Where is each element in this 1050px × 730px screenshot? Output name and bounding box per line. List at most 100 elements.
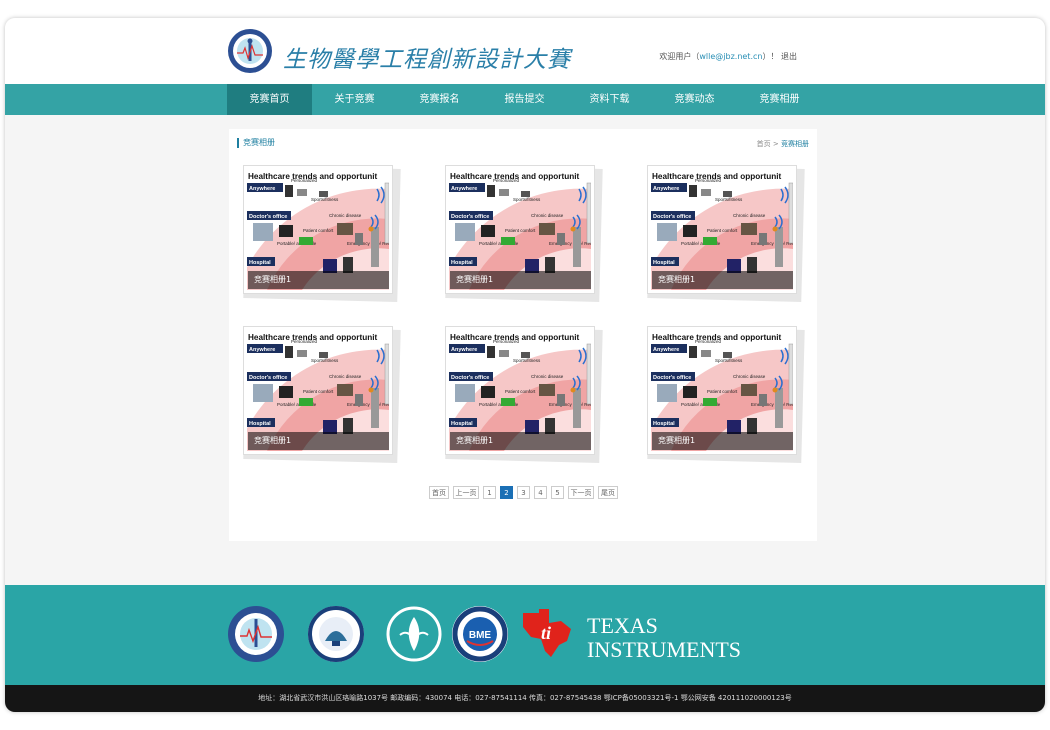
- main-nav: 竞赛首页 关于竞赛 竞赛报名 报告提交 资料下载 竞赛动态 竞赛相册: [5, 84, 1045, 115]
- label-sports: Sports/fitness: [715, 358, 743, 363]
- label-doctors-office: Doctor's office: [249, 214, 287, 220]
- gallery-caption: 竞赛相册1: [652, 271, 793, 289]
- page-next[interactable]: 下一页: [568, 486, 594, 499]
- label-anywhere: Anywhere: [249, 347, 275, 353]
- label-anywhere: Anywhere: [653, 186, 679, 192]
- nav-item-report[interactable]: 报告提交: [482, 84, 567, 115]
- label-hospital: Hospital: [249, 260, 271, 266]
- breadcrumb-separator: >: [772, 140, 779, 148]
- gallery-card[interactable]: Healthcare trends and opportunit Anywher…: [243, 326, 401, 463]
- ti-line1: TEXAS: [587, 613, 658, 638]
- gallery-caption: 竞赛相册1: [248, 432, 389, 450]
- user-email[interactable]: wlle@jbz.net.cn: [699, 52, 762, 61]
- label-emergency: Emergency care/ Remote: [751, 241, 793, 246]
- label-personalized: Personalized: [291, 339, 318, 344]
- nav-item-home[interactable]: 竞赛首页: [227, 84, 312, 115]
- site-title[interactable]: 生物醫學工程創新設計大賽: [283, 40, 571, 74]
- footer-logos: BME ti TEXAS INSTRUMENTS: [5, 585, 1045, 685]
- gallery-caption: 竞赛相册1: [248, 271, 389, 289]
- label-comfort: Patient comfort: [303, 228, 334, 233]
- header: 生物醫學工程創新設計大賽 欢迎用户（wlle@jbz.net.cn）！ 退出: [5, 18, 1045, 84]
- gallery-photo[interactable]: Healthcare trends and opportunit Anywher…: [647, 165, 797, 294]
- label-personalized: Personalized: [493, 339, 520, 344]
- page-number[interactable]: 4: [534, 486, 547, 499]
- label-hospital: Hospital: [451, 260, 473, 266]
- gallery-photo[interactable]: Healthcare trends and opportunit Anywher…: [243, 326, 393, 455]
- gallery-photo[interactable]: Healthcare trends and opportunit Anywher…: [243, 165, 393, 294]
- label-comfort: Patient comfort: [303, 389, 334, 394]
- page-first[interactable]: 首页: [429, 486, 449, 499]
- welcome-suffix: ）！: [762, 52, 779, 61]
- label-emergency: Emergency care/ Remote: [347, 402, 389, 407]
- label-hospital: Hospital: [451, 421, 473, 427]
- welcome-prefix: 欢迎用户（: [659, 52, 700, 61]
- label-emergency: Emergency care/ Remote: [549, 402, 591, 407]
- label-hospital: Hospital: [249, 421, 271, 427]
- gallery-card[interactable]: Healthcare trends and opportunit Anywher…: [647, 165, 805, 302]
- nav-item-gallery[interactable]: 竞赛相册: [737, 84, 822, 115]
- label-doctors-office: Doctor's office: [653, 214, 691, 220]
- gallery-caption: 竞赛相册1: [652, 432, 793, 450]
- ti-line2: INSTRUMENTS: [587, 637, 741, 659]
- label-chronic: Chronic disease: [531, 213, 564, 218]
- page-last[interactable]: 尾页: [598, 486, 618, 499]
- site-logo-seal-icon[interactable]: [227, 28, 273, 74]
- university-seal-icon[interactable]: [307, 605, 365, 663]
- nav-item-signup[interactable]: 竞赛报名: [397, 84, 482, 115]
- breadcrumb-current: 竞赛相册: [781, 140, 809, 148]
- page-number-current[interactable]: 2: [500, 486, 513, 499]
- label-sports: Sports/fitness: [311, 358, 339, 363]
- label-anywhere: Anywhere: [451, 186, 477, 192]
- label-chronic: Chronic disease: [531, 374, 564, 379]
- label-anywhere: Anywhere: [249, 186, 275, 192]
- label-sports: Sports/fitness: [513, 358, 541, 363]
- label-chronic: Chronic disease: [733, 213, 766, 218]
- gallery-caption: 竞赛相册1: [450, 432, 591, 450]
- footer-info: 地址：湖北省武汉市洪山区珞喻路1037号 邮政编码：430074 电话：027-…: [5, 685, 1045, 712]
- gallery-card[interactable]: Healthcare trends and opportunit Anywher…: [445, 165, 603, 302]
- page-number[interactable]: 1: [483, 486, 496, 499]
- svg-text:ti: ti: [541, 623, 551, 643]
- label-comfort: Patient comfort: [505, 389, 536, 394]
- label-doctors-office: Doctor's office: [249, 375, 287, 381]
- label-chronic: Chronic disease: [733, 374, 766, 379]
- label-anywhere: Anywhere: [451, 347, 477, 353]
- page-number[interactable]: 3: [517, 486, 530, 499]
- breadcrumb-home[interactable]: 首页: [757, 140, 771, 148]
- label-personalized: Personalized: [493, 178, 520, 183]
- label-personalized: Personalized: [695, 339, 722, 344]
- bme-department-logo-icon[interactable]: BME: [451, 605, 509, 663]
- label-personalized: Personalized: [291, 178, 318, 183]
- page-number[interactable]: 5: [551, 486, 564, 499]
- gallery-caption: 竞赛相册1: [450, 271, 591, 289]
- label-anywhere: Anywhere: [653, 347, 679, 353]
- user-bar: 欢迎用户（wlle@jbz.net.cn）！ 退出: [659, 51, 797, 62]
- label-chronic: Chronic disease: [329, 213, 362, 218]
- label-sports: Sports/fitness: [311, 197, 339, 202]
- nav-item-downloads[interactable]: 资料下载: [567, 84, 652, 115]
- nav-item-news[interactable]: 竞赛动态: [652, 84, 737, 115]
- college-emblem-icon[interactable]: [385, 605, 443, 663]
- label-doctors-office: Doctor's office: [653, 375, 691, 381]
- page-prev[interactable]: 上一页: [453, 486, 479, 499]
- gallery-photo[interactable]: Healthcare trends and opportunit Anywher…: [445, 165, 595, 294]
- label-sports: Sports/fitness: [715, 197, 743, 202]
- label-emergency: Emergency care/ Remote: [549, 241, 591, 246]
- gallery-photo[interactable]: Healthcare trends and opportunit Anywher…: [647, 326, 797, 455]
- gallery-card[interactable]: Healthcare trends and opportunit Anywher…: [445, 326, 603, 463]
- logout-link[interactable]: 退出: [781, 52, 797, 61]
- label-personalized: Personalized: [695, 178, 722, 183]
- label-comfort: Patient comfort: [505, 228, 536, 233]
- nav-item-about[interactable]: 关于竞赛: [312, 84, 397, 115]
- gallery-card[interactable]: Healthcare trends and opportunit Anywher…: [243, 165, 401, 302]
- page-frame: 生物醫學工程創新設計大賽 欢迎用户（wlle@jbz.net.cn）！ 退出 竞…: [5, 18, 1045, 712]
- content-panel: 竞赛相册 首页 > 竞赛相册 Healthcare trends and opp…: [229, 129, 817, 541]
- bme-society-logo-icon[interactable]: [227, 605, 285, 663]
- texas-instruments-logo[interactable]: ti TEXAS INSTRUMENTS: [521, 607, 761, 659]
- svg-text:BME: BME: [469, 630, 492, 641]
- gallery-card[interactable]: Healthcare trends and opportunit Anywher…: [647, 326, 805, 463]
- gallery-photo[interactable]: Healthcare trends and opportunit Anywher…: [445, 326, 595, 455]
- label-comfort: Patient comfort: [707, 228, 738, 233]
- label-doctors-office: Doctor's office: [451, 214, 489, 220]
- section-title: 竞赛相册: [237, 138, 275, 148]
